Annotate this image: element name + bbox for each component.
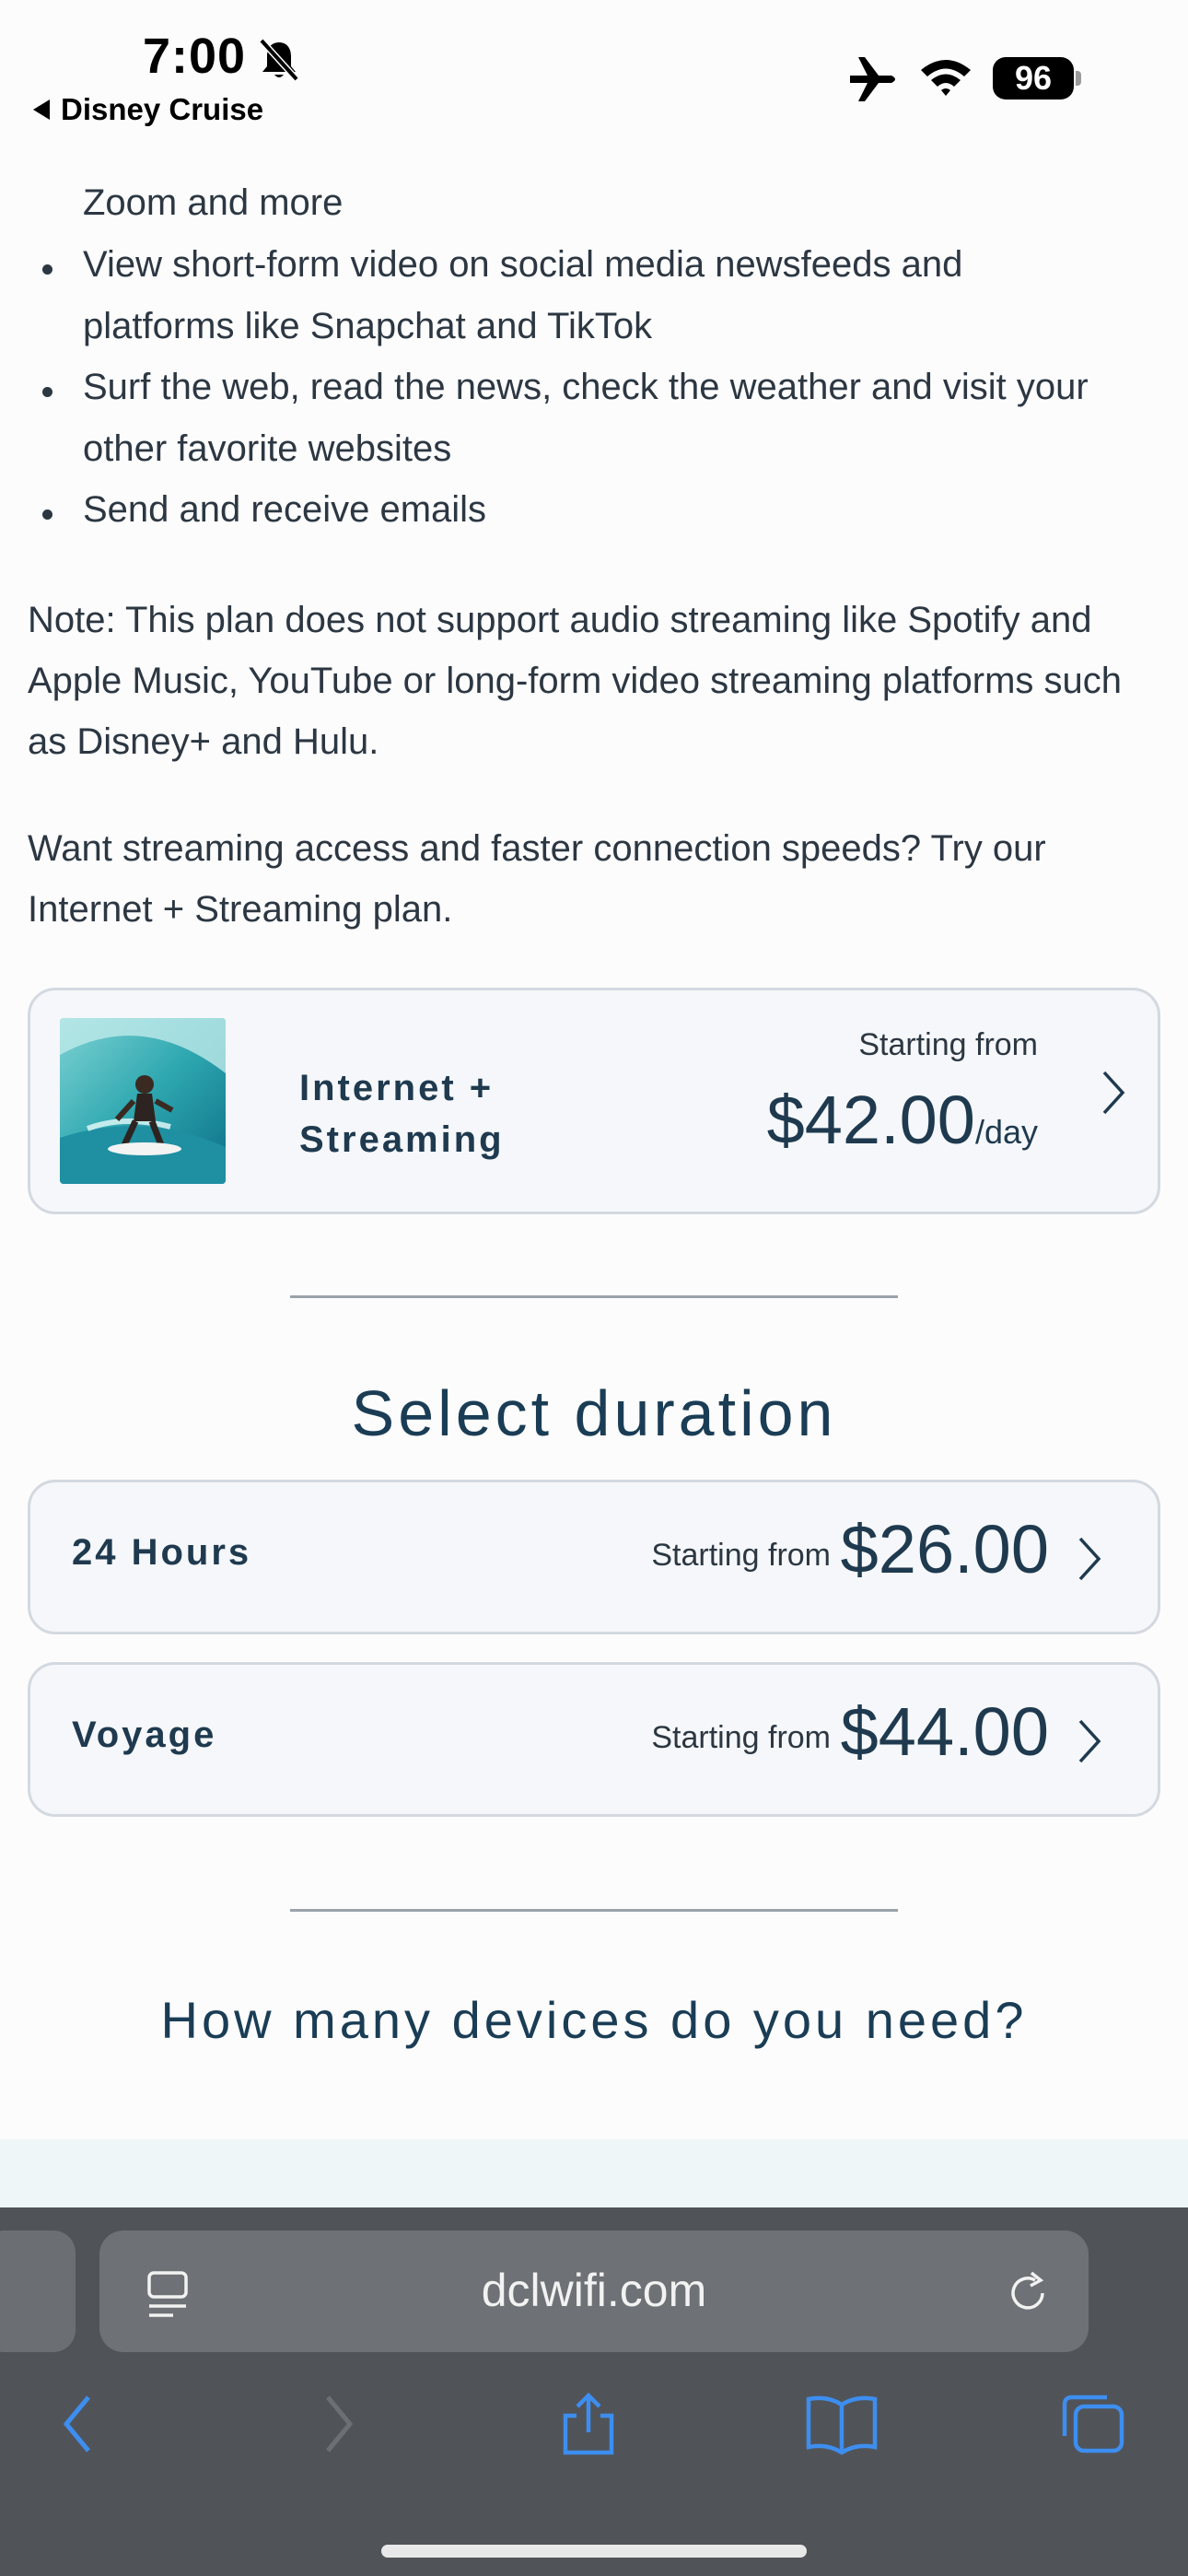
duration-label: 24 Hours bbox=[72, 1532, 252, 1573]
list-item: View short-form video on social media ne… bbox=[83, 244, 963, 285]
duration-label: Voyage bbox=[72, 1715, 217, 1755]
home-indicator bbox=[381, 2545, 807, 2558]
bookmarks-icon[interactable] bbox=[805, 2392, 879, 2456]
share-icon[interactable] bbox=[556, 2392, 621, 2456]
airplane-icon bbox=[850, 57, 895, 101]
duration-option-24-hours[interactable]: 24 Hours Starting from $26.00 bbox=[28, 1480, 1160, 1634]
duration-price: $26.00 bbox=[840, 1511, 1049, 1587]
battery-icon: 96 bbox=[993, 57, 1074, 100]
plan-price: $42.00/day bbox=[767, 1081, 1038, 1159]
battery-tip bbox=[1076, 71, 1081, 86]
previous-tab-preview[interactable] bbox=[0, 2231, 76, 2352]
list-item: other favorite websites bbox=[83, 428, 452, 469]
back-to-app-link[interactable]: Disney Cruise bbox=[33, 92, 263, 127]
chevron-right-icon bbox=[1078, 1537, 1101, 1581]
section-divider bbox=[290, 1909, 898, 1912]
upsell-paragraph: Want streaming access and faster connect… bbox=[28, 828, 1046, 930]
section-divider bbox=[290, 1295, 898, 1298]
wifi-icon bbox=[921, 60, 971, 96]
plan-price-amount: $42.00 bbox=[766, 1082, 975, 1158]
url-text: dclwifi.com bbox=[481, 2265, 707, 2316]
devices-heading: How many devices do you need? bbox=[160, 1991, 1028, 2049]
plan-price-unit: /day bbox=[974, 1113, 1038, 1151]
surfer-wave-image bbox=[60, 1018, 226, 1184]
duration-option-voyage[interactable]: Voyage Starting from $44.00 bbox=[28, 1662, 1160, 1817]
reload-icon[interactable] bbox=[1004, 2269, 1052, 2317]
section-band bbox=[0, 2139, 1188, 2207]
internet-streaming-plan-card[interactable]: Internet + Streaming Starting from $42.0… bbox=[28, 988, 1160, 1214]
tabs-icon[interactable] bbox=[1059, 2392, 1127, 2456]
list-item: Send and receive emails bbox=[83, 489, 487, 530]
browser-bottom-bar: dclwifi.com bbox=[0, 2207, 1188, 2576]
status-bar: 7:00 Disney Cruise 96 bbox=[0, 0, 1188, 147]
duration-price: $44.00 bbox=[840, 1693, 1049, 1770]
list-item: Surf the web, read the news, check the w… bbox=[83, 367, 1089, 407]
forward-icon[interactable] bbox=[320, 2392, 357, 2456]
status-time: 7:00 bbox=[143, 29, 247, 84]
bell-slash-icon bbox=[259, 38, 299, 82]
list-item: platforms like Snapchat and TikTok bbox=[83, 306, 653, 346]
select-duration-heading: Select duration bbox=[351, 1377, 837, 1449]
plan-name: Internet + Streaming bbox=[299, 1068, 505, 1160]
list-item: Zoom and more bbox=[83, 182, 344, 223]
chevron-right-icon bbox=[1102, 1071, 1125, 1115]
bullet-dot bbox=[42, 509, 52, 520]
bullet-dot bbox=[42, 264, 52, 275]
back-icon[interactable] bbox=[59, 2392, 96, 2456]
back-app-label: Disney Cruise bbox=[61, 92, 264, 126]
note-paragraph: Note: This plan does not support audio s… bbox=[28, 600, 1122, 762]
address-bar[interactable]: dclwifi.com bbox=[99, 2231, 1089, 2352]
chevron-right-icon bbox=[1078, 1719, 1101, 1763]
bullet-dot bbox=[42, 387, 52, 397]
back-triangle-icon bbox=[33, 100, 50, 120]
duration-starting-from: Starting from bbox=[651, 1538, 831, 1573]
plan-starting-from: Starting from bbox=[858, 1027, 1038, 1062]
duration-starting-from: Starting from bbox=[651, 1720, 831, 1755]
